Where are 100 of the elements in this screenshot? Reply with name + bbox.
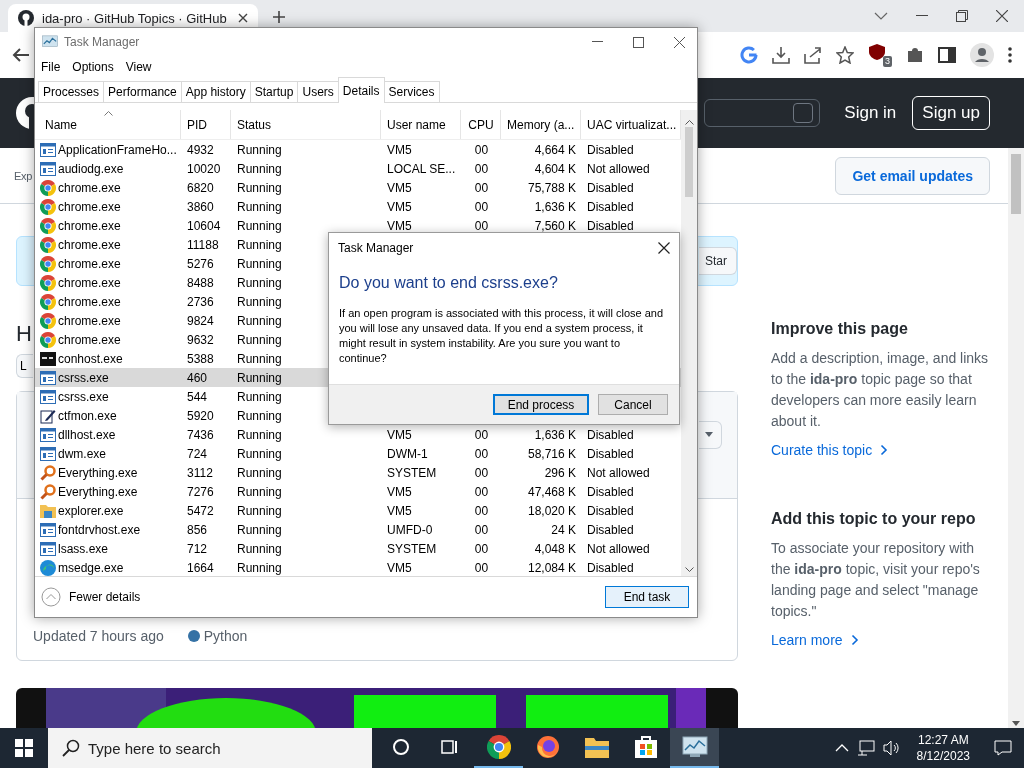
- process-name: ApplicationFrameHo...: [58, 142, 177, 157]
- table-cell: Running: [237, 256, 282, 271]
- table-cell: Disabled: [587, 427, 634, 442]
- table-cell: 12,084 K: [527, 560, 576, 575]
- process-name: chrome.exe: [58, 218, 121, 233]
- table-cell: Disabled: [587, 522, 634, 537]
- process-name: lsass.exe: [58, 541, 109, 556]
- table-cell: 7276: [187, 484, 214, 499]
- process-name: Everything.exe: [58, 465, 138, 480]
- table-cell: Running: [237, 237, 282, 252]
- process-name: chrome.exe: [58, 294, 121, 309]
- table-cell: 5920: [187, 408, 214, 423]
- table-cell: 00: [474, 161, 489, 176]
- table-cell: 296 K: [544, 465, 576, 480]
- table-cell: Not allowed: [587, 541, 650, 556]
- table-cell: 4,604 K: [534, 161, 576, 176]
- sidebar-heading: Improve this page: [771, 320, 909, 338]
- table-cell: Running: [237, 142, 282, 157]
- table-cell: VM5: [387, 484, 412, 499]
- table-cell: 3860: [187, 199, 214, 214]
- process-name: conhost.exe: [58, 351, 123, 366]
- table-cell: 2736: [187, 294, 214, 309]
- table-cell: Running: [237, 560, 282, 575]
- table-cell: 75,788 K: [527, 180, 576, 195]
- table-cell: 724: [187, 446, 208, 461]
- table-cell: 1664: [187, 560, 214, 575]
- table-cell: Running: [237, 465, 282, 480]
- process-name: fontdrvhost.exe: [58, 522, 141, 537]
- table-cell: Running: [237, 313, 282, 328]
- table-cell: VM5: [387, 503, 412, 518]
- table-cell: Disabled: [587, 446, 634, 461]
- table-cell: 9632: [187, 332, 214, 347]
- table-cell: 6820: [187, 180, 214, 195]
- table-cell: 00: [474, 522, 489, 537]
- table-cell: 5276: [187, 256, 214, 271]
- table-cell: 856: [187, 522, 208, 537]
- table-cell: 47,468 K: [527, 484, 576, 499]
- table-cell: Not allowed: [587, 161, 650, 176]
- table-cell: 712: [187, 541, 208, 556]
- updated-text: Updated 7 hours ago: [33, 628, 164, 645]
- table-cell: Running: [237, 218, 282, 233]
- table-cell: Disabled: [587, 503, 634, 518]
- table-cell: Disabled: [587, 180, 634, 195]
- process-name: chrome.exe: [58, 313, 121, 328]
- table-cell: 8488: [187, 275, 214, 290]
- table-cell: VM5: [387, 180, 412, 195]
- table-cell: Running: [237, 275, 282, 290]
- table-cell: Running: [237, 541, 282, 556]
- table-cell: 00: [474, 484, 489, 499]
- table-cell: Running: [237, 484, 282, 499]
- table-cell: 00: [474, 503, 489, 518]
- sidebar-heading: Add this topic to your repo: [771, 510, 977, 528]
- table-cell: 544: [187, 389, 208, 404]
- extension-badge: 3: [883, 56, 892, 67]
- table-cell: 58,716 K: [527, 446, 576, 461]
- table-cell: UMFD-0: [387, 522, 433, 537]
- table-cell: DWM-1: [387, 446, 428, 461]
- process-name: explorer.exe: [58, 503, 124, 518]
- table-cell: Running: [237, 503, 282, 518]
- table-cell: 4,048 K: [534, 541, 576, 556]
- dialog-title: Task Manager: [338, 241, 414, 255]
- table-cell: 4,664 K: [534, 142, 576, 157]
- table-cell: 460: [187, 370, 208, 385]
- table-cell: VM5: [387, 560, 412, 575]
- table-cell: Running: [237, 199, 282, 214]
- sidebar-text: To associate your repository with the ida-pro topic, visit your repo's landing page and select "manage topics.": [771, 539, 981, 621]
- table-cell: Running: [237, 351, 282, 366]
- tab-title: ida-pro · GitHub Topics · GitHub: [42, 10, 227, 26]
- table-cell: Running: [237, 180, 282, 195]
- table-cell: Running: [237, 446, 282, 461]
- process-name: msedge.exe: [58, 560, 124, 575]
- table-cell: SYSTEM: [387, 541, 437, 556]
- table-cell: Running: [237, 389, 282, 404]
- process-name: csrss.exe: [58, 389, 109, 404]
- process-name: chrome.exe: [58, 199, 121, 214]
- table-cell: Running: [237, 294, 282, 309]
- table-cell: VM5: [387, 218, 412, 233]
- table-cell: 00: [474, 180, 489, 195]
- table-cell: 1,636 K: [534, 427, 576, 442]
- process-name: chrome.exe: [58, 332, 121, 347]
- table-cell: Running: [237, 161, 282, 176]
- table-cell: LOCAL SE...: [387, 161, 456, 176]
- table-cell: 4932: [187, 142, 214, 157]
- table-cell: 00: [474, 465, 489, 480]
- table-cell: Disabled: [587, 199, 634, 214]
- table-cell: 10604: [187, 218, 221, 233]
- section-heading: H: [16, 319, 32, 348]
- window-title: Task Manager: [64, 35, 140, 49]
- process-name: dwm.exe: [58, 446, 107, 461]
- process-name: chrome.exe: [58, 237, 121, 252]
- process-name: dllhost.exe: [58, 427, 116, 442]
- table-cell: Running: [237, 408, 282, 423]
- table-cell: Disabled: [587, 218, 634, 233]
- table-cell: Disabled: [587, 484, 634, 499]
- table-cell: 00: [474, 199, 489, 214]
- table-cell: 5472: [187, 503, 214, 518]
- dialog-message: If an open program is associated with this process, it will close and you will lose any unsaved data. If you end a system process, it might result in system instability. Are you sure you want to continue?: [339, 306, 665, 366]
- table-cell: 00: [474, 541, 489, 556]
- table-cell: Running: [237, 522, 282, 537]
- process-name: ctfmon.exe: [58, 408, 117, 423]
